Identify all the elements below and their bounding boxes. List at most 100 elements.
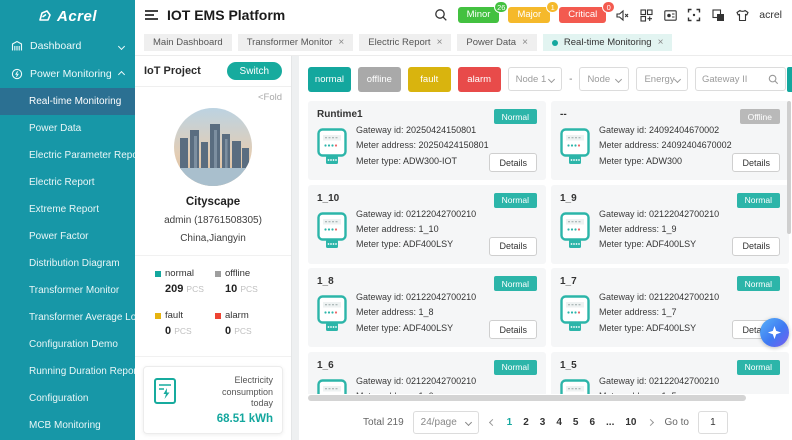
sidebar-item-dashboard[interactable]: Dashboard (0, 32, 135, 60)
gateway-id: 02122042700210 (649, 209, 719, 219)
page-size-select[interactable]: 24/page (413, 411, 479, 434)
close-icon[interactable]: × (338, 38, 344, 48)
sidebar-item-power-data[interactable]: Power Data (0, 115, 135, 142)
tab-transformer-monitor[interactable]: Transformer Monitor× (238, 34, 354, 51)
status-badge: Normal (494, 360, 537, 375)
filter-normal-button[interactable]: normal (308, 67, 351, 92)
search-icon[interactable] (434, 8, 449, 23)
close-icon[interactable]: × (437, 38, 443, 48)
sidebar-item-running-duration-report[interactable]: Running Duration Report (0, 358, 135, 385)
status-badge: Normal (737, 276, 780, 291)
goto-page-input[interactable] (698, 411, 728, 434)
major-alarm-badge[interactable]: Major 1 (508, 7, 550, 23)
electricity-consumption-card[interactable]: Electricity consumptiontoday 68.51 kWh (143, 366, 283, 434)
energy-select[interactable]: Energy (636, 67, 688, 91)
assistant-floating-button[interactable] (760, 318, 789, 347)
sidebar-item-electric-parameter-report[interactable]: Electric Parameter Report (0, 142, 135, 169)
page-6[interactable]: 6 (588, 417, 596, 428)
skin-icon[interactable] (735, 8, 750, 23)
minor-count: 26 (494, 1, 508, 13)
sidebar: Acrel Dashboard Power Monitoring Real-ti… (0, 0, 135, 440)
tab-real-time-monitoring[interactable]: Real-time Monitoring× (543, 34, 673, 51)
sidebar-item-distribution-diagram[interactable]: Distribution Diagram (0, 250, 135, 277)
tab-bar: Main Dashboard Transformer Monitor× Elec… (135, 30, 792, 56)
meter-address: 1_8 (419, 307, 434, 317)
details-button[interactable]: Details (732, 237, 780, 256)
project-name: Cityscape (135, 196, 291, 208)
gateway-search-box (695, 67, 786, 91)
meter-icon (317, 379, 347, 395)
prev-page-button[interactable] (488, 418, 497, 427)
meter-icon (317, 128, 347, 171)
sidebar-item-extreme-report[interactable]: Extreme Report (0, 196, 135, 223)
close-icon[interactable]: × (522, 38, 528, 48)
mute-icon[interactable] (615, 8, 630, 23)
acrel-logo-icon (38, 9, 52, 23)
meter-address: 1_10 (419, 224, 439, 234)
sidebar-item-power-factor[interactable]: Power Factor (0, 223, 135, 250)
page-1[interactable]: 1 (506, 417, 514, 428)
screen-icon[interactable] (663, 8, 678, 23)
meter-type: ADF400LSY (646, 239, 696, 249)
details-button[interactable]: Details (732, 153, 780, 172)
meter-icon (560, 212, 590, 255)
sidebar-item-mcb-monitoring[interactable]: MCB Monitoring (0, 412, 135, 439)
sidebar-item-electric-report[interactable]: Electric Report (0, 169, 135, 196)
sidebar-item-transformer-average-load[interactable]: Transformer Average Loa... (0, 304, 135, 331)
horizontal-scrollbar[interactable] (308, 395, 746, 401)
sidebar-item-configuration-demo[interactable]: Configuration Demo (0, 331, 135, 358)
sidebar-item-real-time-monitoring[interactable]: Real-time Monitoring (0, 88, 135, 115)
filter-fault-button[interactable]: fault (408, 67, 451, 92)
search-button-clipped[interactable] (787, 67, 792, 92)
close-icon[interactable]: × (658, 38, 664, 48)
fold-link[interactable]: <Fold (135, 87, 291, 105)
details-button[interactable]: Details (489, 153, 537, 172)
gateway-id: 20250424150801 (406, 125, 476, 135)
chevron-up-icon (118, 70, 125, 77)
next-page-button[interactable] (646, 418, 655, 427)
gateway-id: 24092404670002 (649, 125, 719, 135)
meter-type: ADW300-IOT (403, 156, 457, 166)
page-10[interactable]: 10 (624, 417, 637, 428)
critical-alarm-badge[interactable]: Critical 0 (559, 7, 606, 23)
sidebar-item-configuration[interactable]: Configuration (0, 385, 135, 412)
sidebar-item-power-monitoring[interactable]: Power Monitoring (0, 60, 135, 88)
status-badge: Normal (737, 360, 780, 375)
page-3[interactable]: 3 (539, 417, 547, 428)
meter-type: ADF400LSY (403, 239, 453, 249)
filter-offline-button[interactable]: offline (358, 67, 401, 92)
status-badge: Normal (494, 109, 537, 124)
filter-alarm-button[interactable]: alarm (458, 67, 501, 92)
page-5[interactable]: 5 (572, 417, 580, 428)
vertical-scrollbar[interactable] (787, 101, 791, 234)
tab-main-dashboard[interactable]: Main Dashboard (144, 34, 232, 51)
minor-alarm-badge[interactable]: Minor 26 (458, 7, 500, 23)
power-monitoring-icon (11, 68, 23, 80)
tab-power-data[interactable]: Power Data× (457, 34, 536, 51)
page-4[interactable]: 4 (555, 417, 563, 428)
page-2[interactable]: 2 (522, 417, 530, 428)
details-button[interactable]: Details (489, 320, 537, 339)
project-admin: admin (18761508305) (135, 215, 291, 226)
switch-button[interactable]: Switch (227, 62, 282, 80)
details-button[interactable]: Details (489, 237, 537, 256)
panel-title: IoT Project (144, 65, 201, 77)
node-to-select[interactable]: Node (579, 67, 629, 91)
page-ellipsis[interactable]: ... (605, 417, 615, 428)
theme-icon[interactable] (711, 8, 726, 23)
sidebar-item-label: Dashboard (30, 40, 81, 52)
electricity-value: 68.51 kWh (184, 413, 273, 425)
tab-electric-report[interactable]: Electric Report× (359, 34, 451, 51)
pagination-bar: Total 219 24/page 1 2 3 4 5 6 ... 10 Go … (299, 404, 792, 440)
node-from-select[interactable]: Node 1 (508, 67, 562, 91)
search-icon[interactable] (768, 74, 779, 85)
meter-icon (560, 128, 590, 171)
status-badge: Normal (737, 193, 780, 208)
username[interactable]: acrel (759, 9, 782, 21)
collapse-menu-icon[interactable] (145, 10, 158, 20)
page-title: IOT EMS Platform (167, 7, 285, 23)
sidebar-item-transformer-monitor[interactable]: Transformer Monitor (0, 277, 135, 304)
grid-icon[interactable] (639, 8, 654, 23)
fullscreen-icon[interactable] (687, 8, 702, 23)
gateway-search-input[interactable] (702, 74, 764, 85)
